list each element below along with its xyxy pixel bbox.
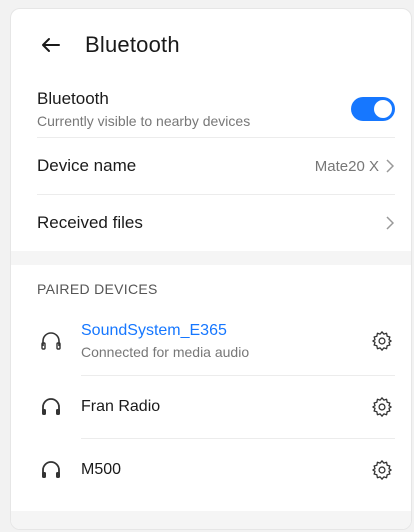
device-name-label: Device name bbox=[37, 156, 137, 175]
paired-device-row[interactable]: SoundSystem_E365 Connected for media aud… bbox=[11, 307, 411, 375]
header: Bluetooth bbox=[11, 9, 411, 81]
headphones-outline-icon bbox=[37, 327, 65, 355]
visibility-status: Currently visible to nearby devices bbox=[37, 113, 251, 129]
settings-gear-button[interactable] bbox=[369, 328, 395, 354]
device-name-value: Mate20 X bbox=[314, 157, 379, 175]
bluetooth-switch[interactable] bbox=[351, 97, 395, 121]
gear-icon bbox=[372, 397, 392, 417]
gear-icon bbox=[372, 460, 392, 480]
paired-devices-heading: PAIRED DEVICES bbox=[37, 281, 158, 297]
settings-gear-button[interactable] bbox=[369, 457, 395, 483]
chevron-right-icon bbox=[385, 215, 395, 231]
chevron-right-icon bbox=[385, 158, 395, 174]
device-name: M500 bbox=[81, 461, 122, 478]
gear-icon bbox=[372, 331, 392, 351]
bluetooth-settings-screen: Bluetooth Bluetooth Currently visible to… bbox=[10, 8, 412, 530]
device-name: SoundSystem_E365 bbox=[81, 322, 227, 339]
switch-knob bbox=[374, 100, 392, 118]
headphones-icon bbox=[37, 456, 65, 484]
paired-device-row[interactable]: Fran Radio bbox=[11, 376, 411, 438]
device-name-row[interactable]: Device name Mate20 X bbox=[11, 138, 411, 194]
bluetooth-text: Bluetooth Currently visible to nearby de… bbox=[37, 89, 351, 129]
device-status: Connected for media audio bbox=[81, 344, 250, 360]
device-name: Fran Radio bbox=[81, 398, 161, 415]
back-arrow-icon bbox=[42, 38, 60, 52]
bluetooth-label: Bluetooth bbox=[37, 89, 109, 108]
headphones-icon bbox=[37, 393, 65, 421]
received-files-label: Received files bbox=[37, 213, 143, 232]
section-separator bbox=[11, 511, 411, 529]
section-separator bbox=[11, 251, 411, 265]
page-title: Bluetooth bbox=[85, 32, 180, 57]
settings-gear-button[interactable] bbox=[369, 394, 395, 420]
received-files-row[interactable]: Received files bbox=[11, 195, 411, 251]
paired-device-row[interactable]: M500 bbox=[11, 439, 411, 501]
device-text: SoundSystem_E365 Connected for media aud… bbox=[81, 322, 369, 360]
bluetooth-toggle-row[interactable]: Bluetooth Currently visible to nearby de… bbox=[11, 81, 411, 137]
back-button[interactable] bbox=[37, 31, 65, 59]
